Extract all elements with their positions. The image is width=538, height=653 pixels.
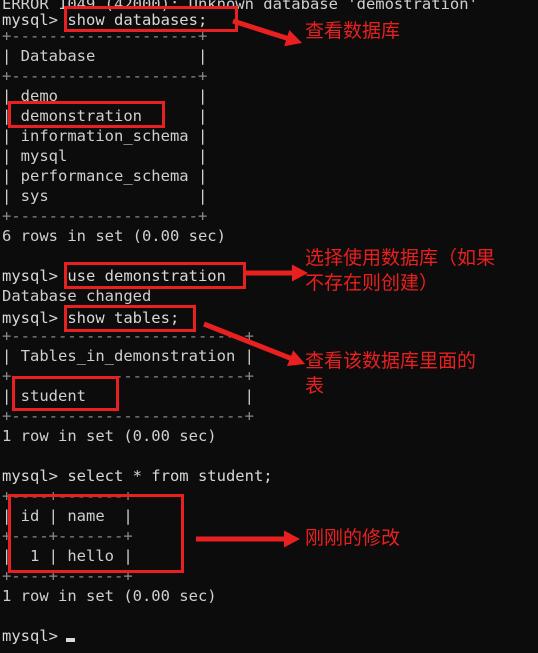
terminal-line: | Tables_in_demonstration |	[2, 347, 254, 365]
terminal-line: 6 rows in set (0.00 sec)	[2, 227, 226, 245]
terminal-line: +-------------------------+	[2, 367, 254, 385]
terminal-line: 1 row in set (0.00 sec)	[2, 427, 217, 445]
terminal-line: 1 row in set (0.00 sec)	[2, 587, 217, 605]
terminal-line: | performance_schema |	[2, 167, 208, 185]
terminal-line: mysql> use demonstration	[2, 267, 226, 285]
terminal-cursor	[66, 638, 75, 642]
terminal-output-area[interactable]: ERROR 1049 (42000): Unknown database 'de…	[0, 0, 538, 653]
terminal-line: | student |	[2, 387, 254, 405]
terminal-screenshot: ERROR 1049 (42000): Unknown database 'de…	[0, 0, 538, 653]
terminal-line: +----+-------+	[2, 527, 133, 545]
terminal-line: +-------------------------+	[2, 407, 254, 425]
terminal-line: | demonstration |	[2, 107, 208, 125]
terminal-line: | information_schema |	[2, 127, 208, 145]
terminal-line: | demo |	[2, 87, 208, 105]
terminal-line: | mysql |	[2, 147, 208, 165]
terminal-line: mysql> show databases;	[2, 11, 208, 29]
terminal-line: | 1 | hello |	[2, 547, 133, 565]
terminal-line: mysql> select * from student;	[2, 467, 273, 485]
terminal-line: | Database |	[2, 47, 208, 65]
terminal-line: +----+-------+	[2, 567, 133, 585]
terminal-line: +----+-------+	[2, 487, 133, 505]
terminal-line: +--------------------+	[2, 67, 208, 85]
terminal-line: | sys |	[2, 187, 208, 205]
terminal-line: | id | name |	[2, 507, 133, 525]
terminal-line: +-------------------------+	[2, 327, 254, 345]
terminal-line: Database changed	[2, 287, 152, 305]
terminal-line: mysql>	[2, 627, 58, 645]
terminal-line: mysql> show tables;	[2, 309, 180, 327]
terminal-line: +--------------------+	[2, 207, 208, 225]
terminal-line: +--------------------+	[2, 27, 208, 45]
